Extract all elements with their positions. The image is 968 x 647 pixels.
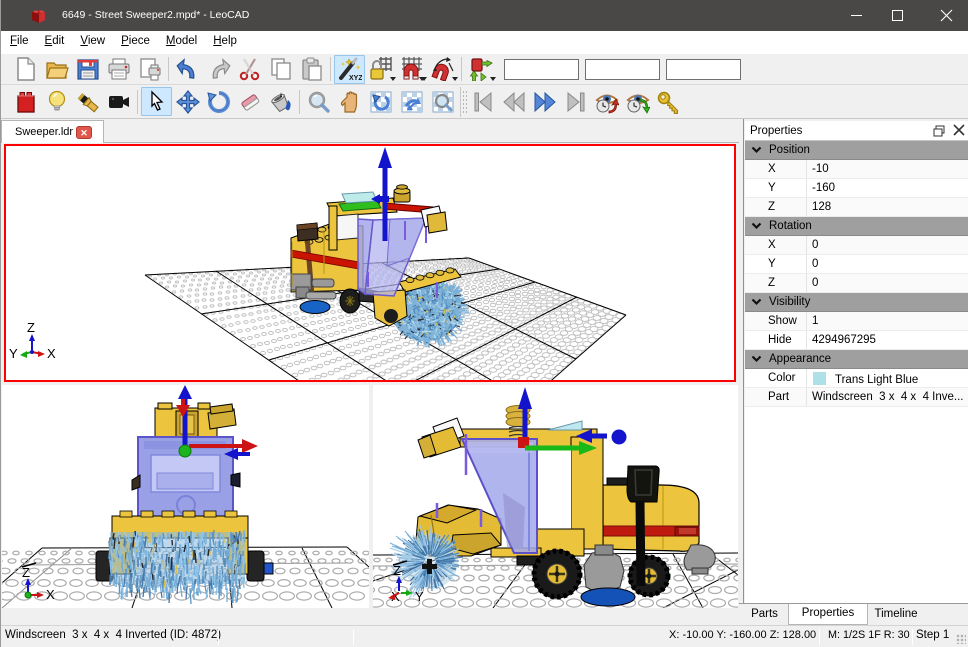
svg-text:Z: Z xyxy=(27,320,35,335)
svg-text:X: X xyxy=(46,587,55,602)
svg-text:X: X xyxy=(47,346,56,361)
svg-text:Y: Y xyxy=(415,589,424,604)
svg-text:XYZ: XYZ xyxy=(349,75,362,81)
svg-text:Y: Y xyxy=(9,346,18,361)
